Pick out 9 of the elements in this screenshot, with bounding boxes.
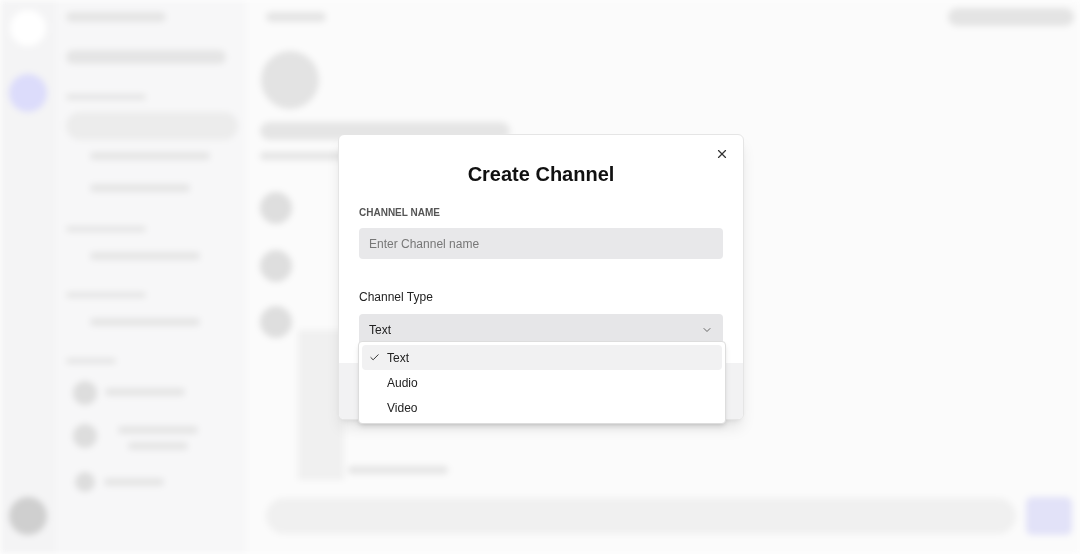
close-icon[interactable]	[715, 147, 729, 161]
channel-name-field[interactable]: Enter Channel name	[359, 228, 723, 259]
dialog-title: Create Channel	[466, 162, 616, 187]
dropdown-option[interactable]: Audio	[362, 370, 722, 395]
check-icon	[369, 352, 380, 363]
dropdown-option[interactable]: Video	[362, 395, 722, 420]
field-label: Channel Type	[359, 289, 434, 306]
dropdown-option[interactable]: Text	[362, 345, 722, 370]
field-label: CHANNEL NAME	[359, 206, 441, 220]
